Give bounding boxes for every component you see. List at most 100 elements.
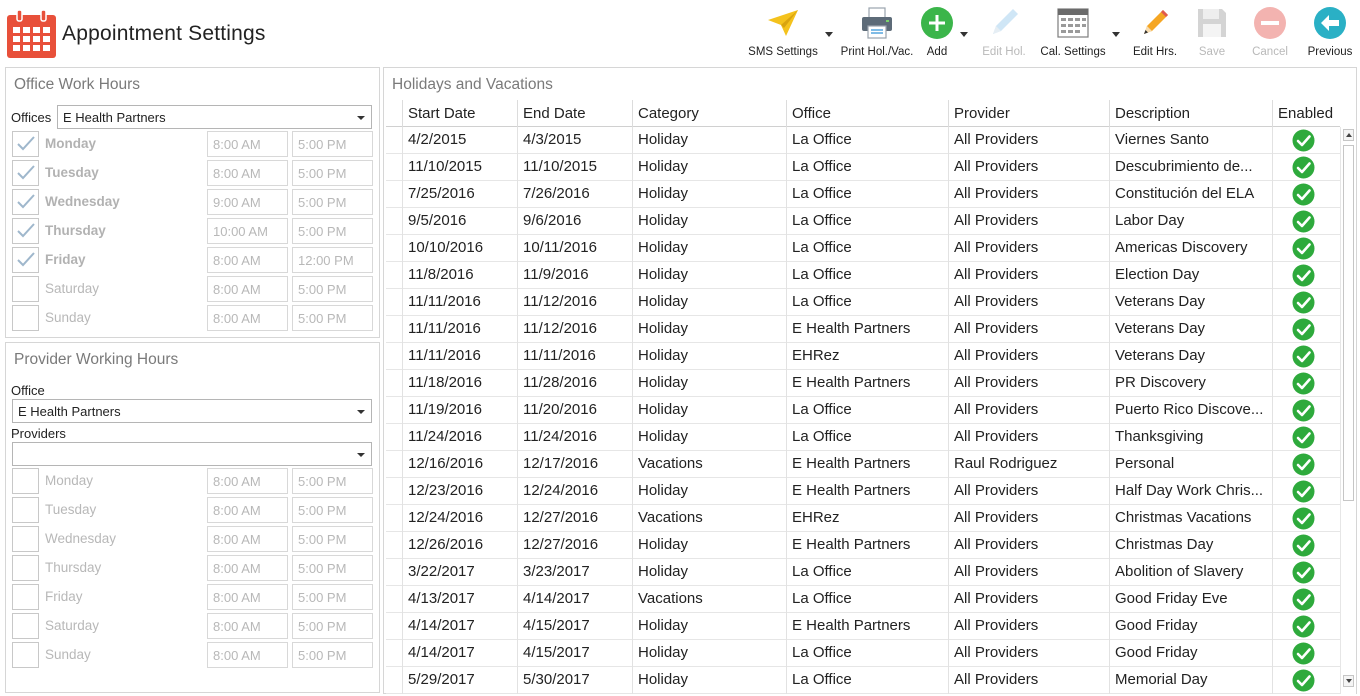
cell-enabled[interactable]	[1272, 613, 1340, 640]
table-row[interactable]: 12/24/2016 12/27/2016 Vacations EHRez All Pr…	[386, 505, 1340, 532]
table-row[interactable]: 11/11/2016 11/12/2016 Holiday La Office All …	[386, 289, 1340, 316]
cell-enabled[interactable]	[1272, 208, 1340, 235]
row-selector[interactable]	[386, 181, 402, 208]
cell-enabled[interactable]	[1272, 478, 1340, 505]
cell-enabled[interactable]	[1272, 397, 1340, 424]
start-time-field[interactable]: 8:00 AM	[207, 497, 288, 523]
end-time-field[interactable]: 12:00 PM	[292, 247, 373, 273]
row-selector[interactable]	[386, 559, 402, 586]
offices-select[interactable]: E Health Partners	[57, 105, 372, 129]
row-selector[interactable]	[386, 424, 402, 451]
table-row[interactable]: 11/19/2016 11/20/2016 Holiday La Office All …	[386, 397, 1340, 424]
end-time-field[interactable]: 5:00 PM	[292, 613, 373, 639]
start-time-field[interactable]: 10:00 AM	[207, 218, 288, 244]
table-row[interactable]: 9/5/2016 9/6/2016 Holiday La Office All Prov…	[386, 208, 1340, 235]
day-checkbox[interactable]	[12, 247, 39, 273]
table-row[interactable]: 12/16/2016 12/17/2016 Vacations E Health Pa…	[386, 451, 1340, 478]
day-checkbox[interactable]	[12, 189, 39, 215]
provider-office-select[interactable]: E Health Partners	[12, 399, 372, 423]
row-selector[interactable]	[386, 235, 402, 262]
table-row[interactable]: 11/11/2016 11/11/2016 Holiday EHRez All Prov…	[386, 343, 1340, 370]
cell-enabled[interactable]	[1272, 586, 1340, 613]
day-checkbox[interactable]	[12, 613, 39, 639]
row-selector[interactable]	[386, 613, 402, 640]
end-time-field[interactable]: 5:00 PM	[292, 131, 373, 157]
cell-enabled[interactable]	[1272, 181, 1340, 208]
table-row[interactable]: 4/13/2017 4/14/2017 Vacations La Office All …	[386, 586, 1340, 613]
cell-enabled[interactable]	[1272, 505, 1340, 532]
row-selector[interactable]	[386, 289, 402, 316]
cell-enabled[interactable]	[1272, 289, 1340, 316]
end-time-field[interactable]: 5:00 PM	[292, 497, 373, 523]
row-selector[interactable]	[386, 208, 402, 235]
calendar-settings-button[interactable]: Cal. Settings	[1036, 6, 1110, 64]
print-holidays-button[interactable]: Print Hol./Vac.	[838, 6, 916, 64]
day-checkbox[interactable]	[12, 642, 39, 668]
start-time-field[interactable]: 8:00 AM	[207, 584, 288, 610]
table-row[interactable]: 5/29/2017 5/30/2017 Holiday La Office All Pr…	[386, 667, 1340, 694]
end-time-field[interactable]: 5:00 PM	[292, 160, 373, 186]
cell-enabled[interactable]	[1272, 370, 1340, 397]
end-time-field[interactable]: 5:00 PM	[292, 189, 373, 215]
table-row[interactable]: 3/22/2017 3/23/2017 Holiday La Office All Pr…	[386, 559, 1340, 586]
start-time-field[interactable]: 8:00 AM	[207, 247, 288, 273]
cell-enabled[interactable]	[1272, 316, 1340, 343]
table-row[interactable]: 4/14/2017 4/15/2017 Holiday E Health Partne…	[386, 613, 1340, 640]
table-row[interactable]: 11/18/2016 11/28/2016 Holiday E Health Part…	[386, 370, 1340, 397]
scrollbar-thumb[interactable]	[1343, 145, 1354, 501]
day-checkbox[interactable]	[12, 131, 39, 157]
day-checkbox[interactable]	[12, 555, 39, 581]
cell-enabled[interactable]	[1272, 667, 1340, 694]
row-selector[interactable]	[386, 586, 402, 613]
end-time-field[interactable]: 5:00 PM	[292, 468, 373, 494]
row-selector[interactable]	[386, 154, 402, 181]
day-checkbox[interactable]	[12, 526, 39, 552]
row-selector[interactable]	[386, 370, 402, 397]
edit-hours-button[interactable]: Edit Hrs.	[1128, 6, 1182, 64]
start-time-field[interactable]: 8:00 AM	[207, 468, 288, 494]
start-time-field[interactable]: 8:00 AM	[207, 131, 288, 157]
start-time-field[interactable]: 8:00 AM	[207, 276, 288, 302]
row-selector[interactable]	[386, 397, 402, 424]
start-time-field[interactable]: 8:00 AM	[207, 613, 288, 639]
cancel-button[interactable]: Cancel	[1248, 6, 1292, 64]
table-row[interactable]: 4/2/2015 4/3/2015 Holiday La Office All Prov…	[386, 127, 1340, 154]
cell-enabled[interactable]	[1272, 262, 1340, 289]
row-selector[interactable]	[386, 478, 402, 505]
edit-holiday-button[interactable]: Edit Hol.	[978, 6, 1030, 64]
column-header-start-date[interactable]: Start Date	[402, 100, 517, 127]
column-header-end-date[interactable]: End Date	[517, 100, 632, 127]
column-header-office[interactable]: Office	[786, 100, 948, 127]
scroll-up-button[interactable]	[1343, 129, 1354, 141]
day-checkbox[interactable]	[12, 468, 39, 494]
start-time-field[interactable]: 8:00 AM	[207, 305, 288, 331]
cell-enabled[interactable]	[1272, 451, 1340, 478]
cell-enabled[interactable]	[1272, 424, 1340, 451]
column-header-category[interactable]: Category	[632, 100, 786, 127]
cell-enabled[interactable]	[1272, 235, 1340, 262]
start-time-field[interactable]: 9:00 AM	[207, 189, 288, 215]
day-checkbox[interactable]	[12, 276, 39, 302]
day-checkbox[interactable]	[12, 160, 39, 186]
day-checkbox[interactable]	[12, 497, 39, 523]
previous-button[interactable]: Previous	[1304, 6, 1356, 64]
start-time-field[interactable]: 8:00 AM	[207, 160, 288, 186]
day-checkbox[interactable]	[12, 218, 39, 244]
sms-settings-dropdown-icon[interactable]	[825, 32, 833, 37]
row-selector[interactable]	[386, 262, 402, 289]
row-selector[interactable]	[386, 505, 402, 532]
row-selector[interactable]	[386, 316, 402, 343]
scroll-down-button[interactable]	[1343, 675, 1354, 687]
row-selector[interactable]	[386, 451, 402, 478]
end-time-field[interactable]: 5:00 PM	[292, 555, 373, 581]
sms-settings-button[interactable]: SMS Settings	[744, 6, 822, 64]
table-row[interactable]: 12/26/2016 12/27/2016 Holiday E Health Part…	[386, 532, 1340, 559]
add-button[interactable]: Add	[917, 6, 957, 64]
cell-enabled[interactable]	[1272, 127, 1340, 154]
end-time-field[interactable]: 5:00 PM	[292, 218, 373, 244]
vertical-scrollbar[interactable]	[1340, 127, 1356, 694]
row-selector[interactable]	[386, 667, 402, 694]
column-header-provider[interactable]: Provider	[948, 100, 1109, 127]
end-time-field[interactable]: 5:00 PM	[292, 276, 373, 302]
table-row[interactable]: 11/8/2016 11/9/2016 Holiday La Office All Pr…	[386, 262, 1340, 289]
